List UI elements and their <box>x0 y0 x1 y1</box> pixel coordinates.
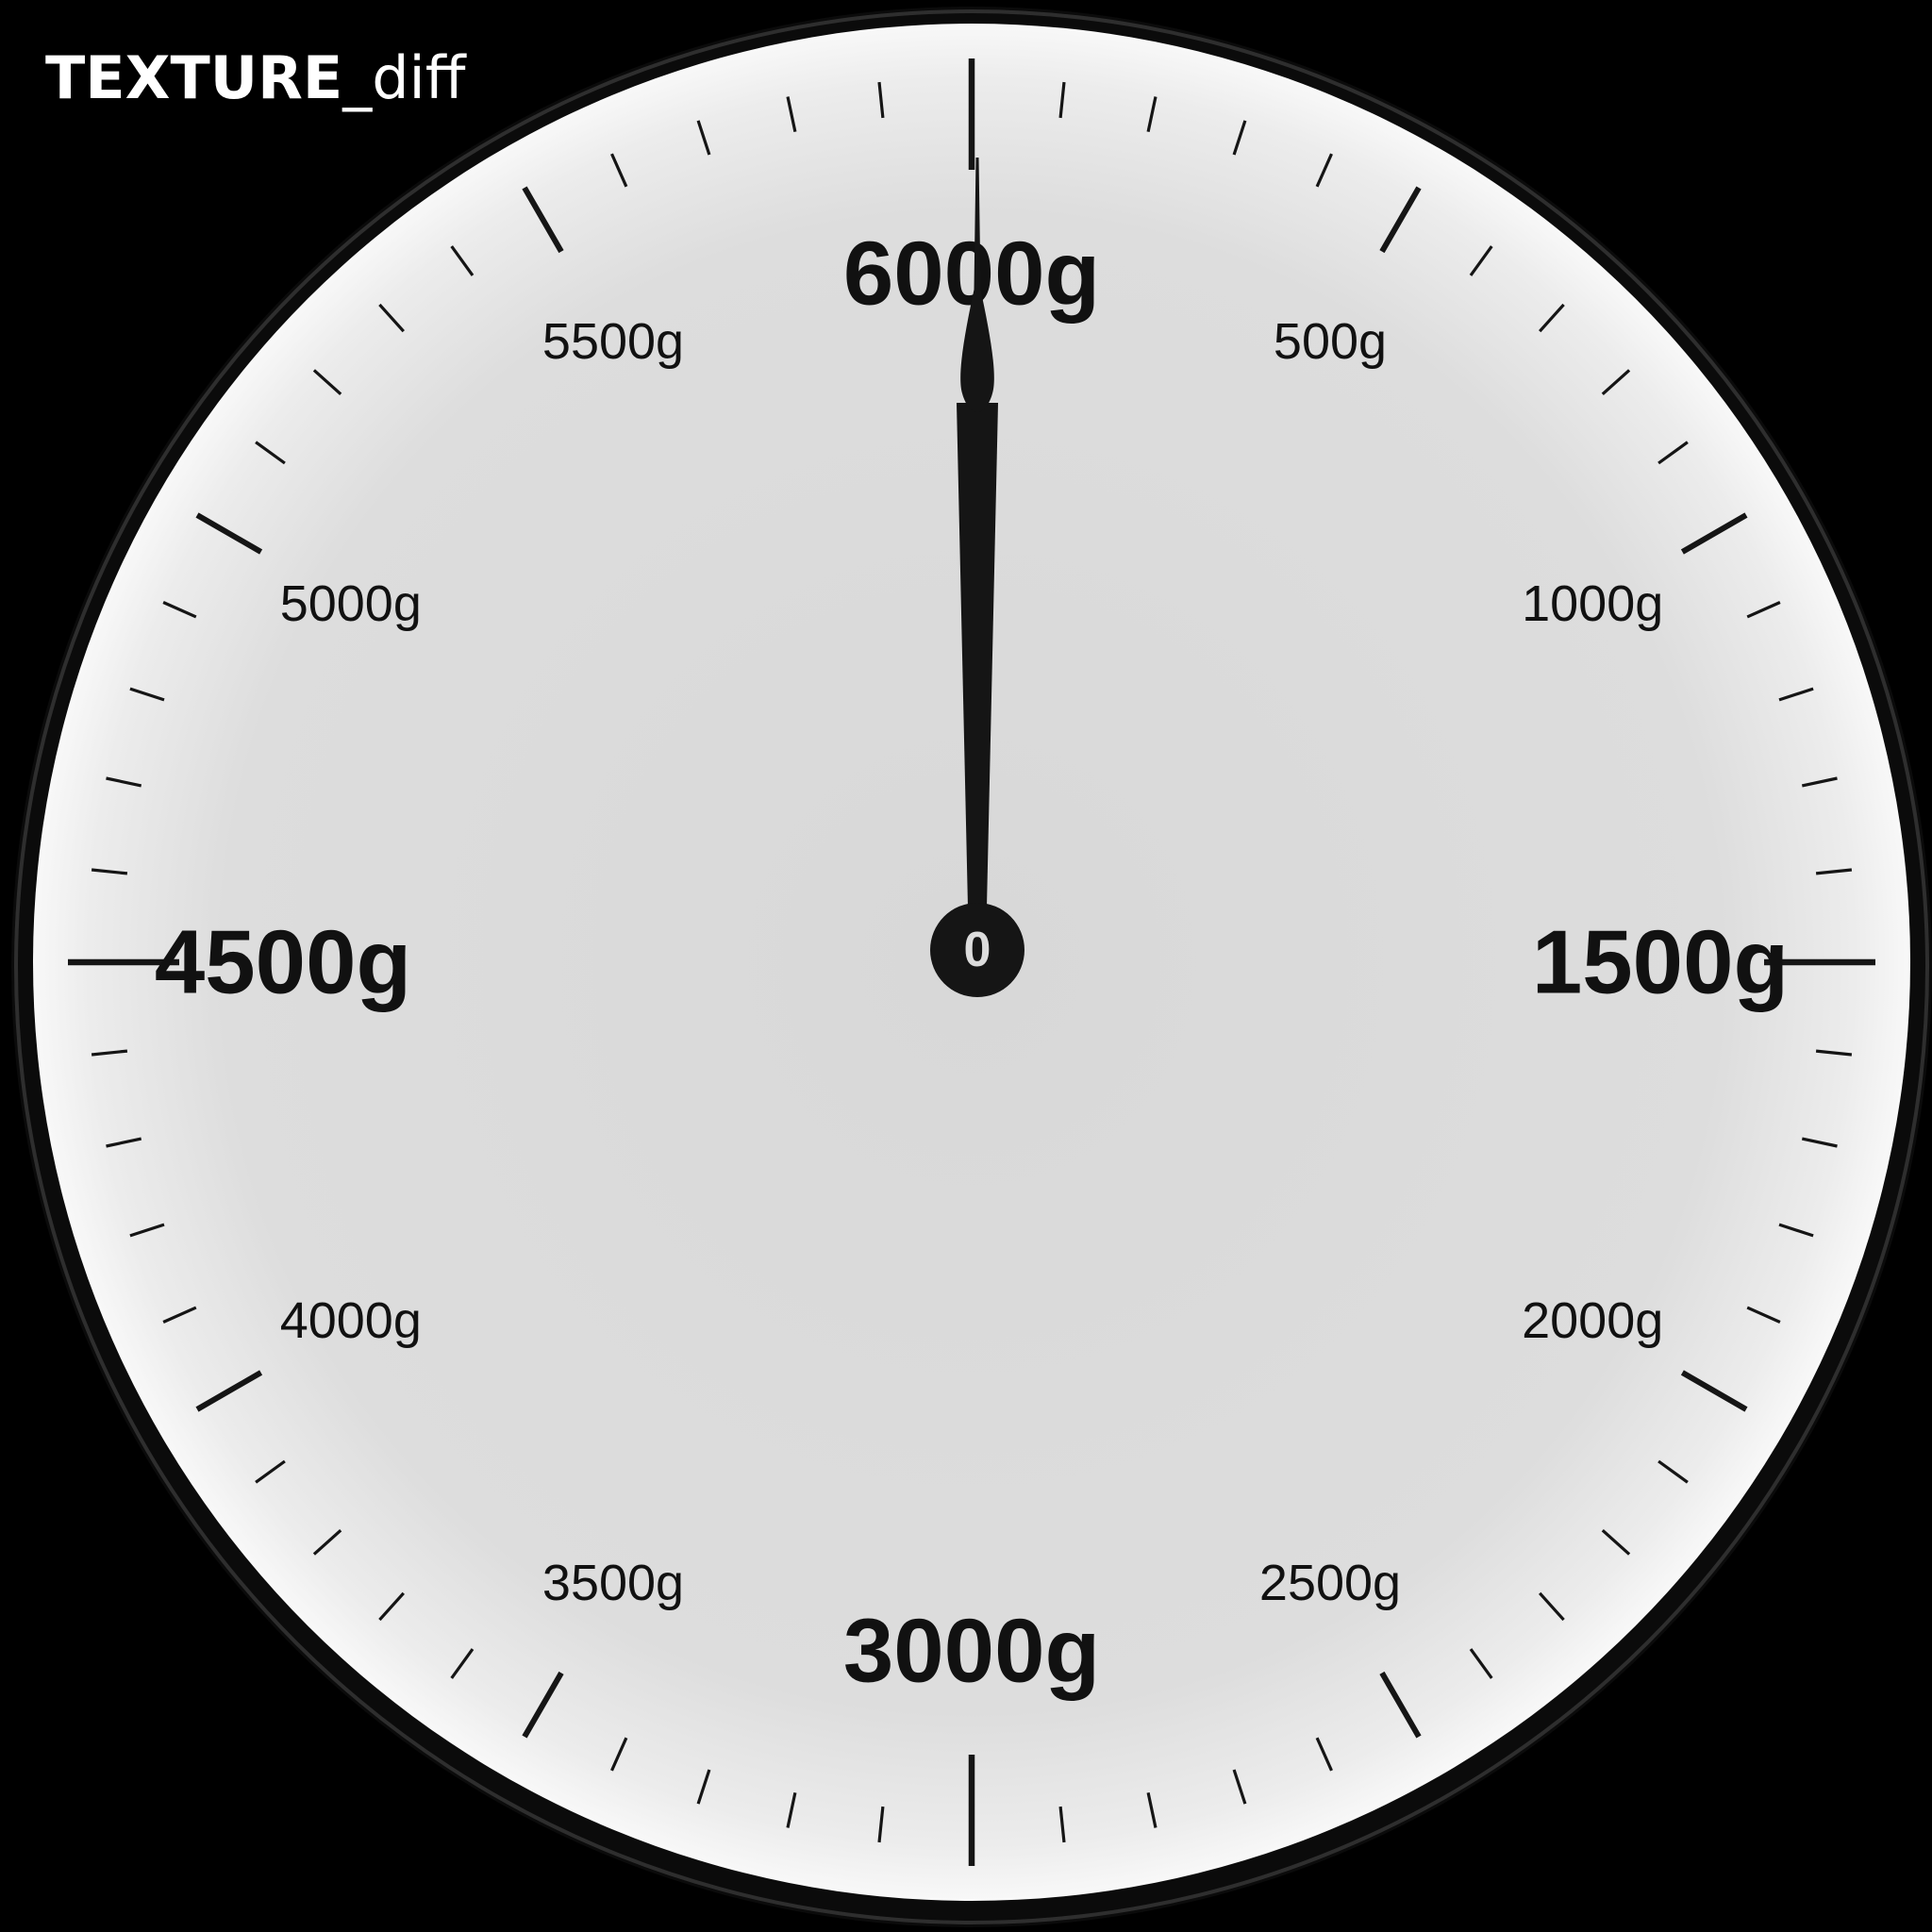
scale-label-5000: 5000g <box>280 575 422 632</box>
scale-label-3000: 3000g <box>843 1601 1100 1702</box>
scale-label-4500: 4500g <box>155 912 411 1013</box>
scale-label-1000: 1000g <box>1522 575 1663 632</box>
scale-label-3500: 3500g <box>542 1555 684 1611</box>
scale-label-4000: 4000g <box>280 1292 422 1349</box>
needle-hub: 0 <box>930 903 1024 997</box>
scale-label-2000: 2000g <box>1522 1292 1663 1349</box>
texture-diff-scale-view: TEXTURE_diff 500g 1000g 1500g 2000g 2500g 300… <box>0 0 1932 1932</box>
hub-label: 0 <box>964 923 991 977</box>
scale-dial: 500g 1000g 1500g 2000g 2500g 3000g 3500g 4000g 4… <box>11 7 1932 1927</box>
scale-label-5500: 5500g <box>542 313 684 370</box>
scale-label-2500: 2500g <box>1259 1555 1401 1611</box>
scale-label-1500: 1500g <box>1532 912 1789 1013</box>
scale-label-500: 500g <box>1274 313 1387 370</box>
